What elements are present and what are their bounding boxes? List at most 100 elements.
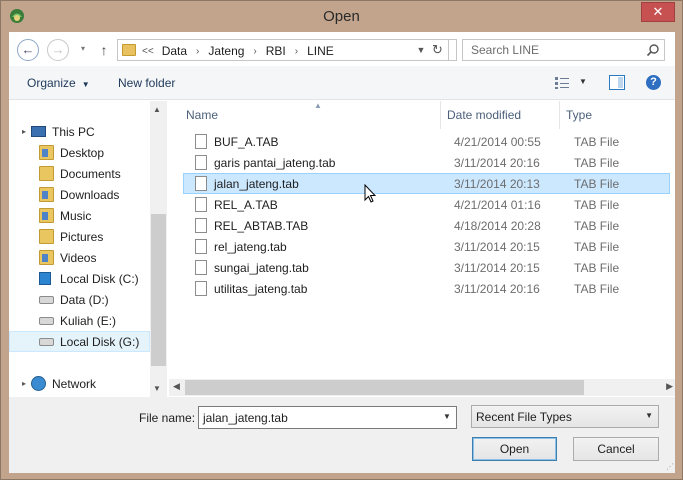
up-arrow-icon: ↑ xyxy=(100,42,108,58)
column-header-name[interactable]: Name xyxy=(186,101,446,129)
scroll-down-icon[interactable]: ▼ xyxy=(153,384,161,393)
chevron-right-icon[interactable]: › xyxy=(196,46,199,57)
expand-arrow-icon[interactable]: ▸ xyxy=(22,127,26,136)
nav-item-label: Data (D:) xyxy=(60,292,109,307)
breadcrumb-overflow[interactable]: << xyxy=(142,46,154,57)
nav-item-label: Desktop xyxy=(60,145,105,160)
scroll-left-icon[interactable]: ◀ xyxy=(173,381,180,392)
file-name: sungai_jateng.tab xyxy=(214,261,309,275)
file-date: 3/11/2014 20:16 xyxy=(454,156,540,170)
nav-item-kuliah-e[interactable]: Kuliah (E:) xyxy=(9,310,150,331)
file-date: 4/21/2014 01:16 xyxy=(454,198,541,212)
expand-arrow-icon[interactable]: ▸ xyxy=(22,379,26,388)
file-name-dropdown-button[interactable]: ▼ xyxy=(443,412,451,421)
search-icon[interactable] xyxy=(646,43,660,57)
file-icon xyxy=(195,134,207,149)
folder-icon xyxy=(39,187,54,202)
new-folder-button[interactable]: New folder xyxy=(118,76,175,90)
title-bar[interactable]: Open ✕ xyxy=(1,1,682,32)
breadcrumb-item[interactable]: LINE xyxy=(307,44,334,58)
nav-item-downloads[interactable]: Downloads xyxy=(9,184,150,205)
file-row[interactable]: utilitas_jateng.tab 3/11/2014 20:16 TAB … xyxy=(184,278,669,299)
cancel-button[interactable]: Cancel xyxy=(573,437,659,461)
file-name: utilitas_jateng.tab xyxy=(214,282,308,296)
preview-pane-icon xyxy=(618,77,623,88)
folder-icon xyxy=(39,250,54,265)
chevron-right-icon[interactable]: › xyxy=(295,46,298,57)
open-button[interactable]: Open xyxy=(472,437,557,461)
view-dropdown-button[interactable]: ▼ xyxy=(579,77,587,86)
nav-item-label: Local Disk (C:) xyxy=(60,271,139,286)
address-row: ← → ▾ ↑ << Data › Jateng › RBI › LINE ▼ … xyxy=(9,32,675,66)
nav-item-desktop[interactable]: Desktop xyxy=(9,142,150,163)
breadcrumb-item[interactable]: Data xyxy=(162,44,187,58)
file-icon xyxy=(195,218,207,233)
file-type-select[interactable]: Recent File Types ▼ xyxy=(471,405,659,428)
column-header-date-modified[interactable]: Date modified xyxy=(447,101,557,129)
nav-item-data-d[interactable]: Data (D:) xyxy=(9,289,150,310)
mouse-cursor-icon xyxy=(364,184,376,203)
dialog-footer: File name: jalan_jateng.tab ▼ Recent Fil… xyxy=(9,397,675,473)
navigation-scrollbar[interactable]: ▲ ▼ xyxy=(150,101,167,397)
nav-item-label: This PC xyxy=(52,124,95,139)
column-header-type[interactable]: Type xyxy=(566,101,666,129)
view-options-icon[interactable] xyxy=(554,76,570,90)
file-icon xyxy=(195,239,207,254)
horizontal-scrollbar[interactable]: ◀ ▶ xyxy=(169,379,675,396)
search-input[interactable]: Search LINE xyxy=(462,39,665,61)
folder-icon xyxy=(39,145,54,160)
nav-item-local-disk-g[interactable]: Local Disk (G:) xyxy=(9,331,150,352)
file-row[interactable]: BUF_A.TAB 4/21/2014 00:55 TAB File xyxy=(184,131,669,152)
file-icon xyxy=(195,176,207,191)
recent-locations-button[interactable]: ▾ xyxy=(81,44,85,53)
close-button[interactable]: ✕ xyxy=(641,2,675,22)
breadcrumb-item[interactable]: Jateng xyxy=(208,44,244,58)
file-type: TAB File xyxy=(574,156,620,170)
file-type: TAB File xyxy=(574,219,620,233)
file-row[interactable]: REL_ABTAB.TAB 4/18/2014 20:28 TAB File xyxy=(184,215,669,236)
scrollbar-thumb[interactable] xyxy=(151,214,166,366)
file-row[interactable]: garis pantai_jateng.tab 3/11/2014 20:16 … xyxy=(184,152,669,173)
scrollbar-thumb[interactable] xyxy=(185,380,584,395)
column-divider[interactable] xyxy=(559,101,560,129)
nav-item-music[interactable]: Music xyxy=(9,205,150,226)
command-bar: Organize ▼ New folder ▼ ? xyxy=(9,66,675,100)
search-placeholder: Search LINE xyxy=(471,43,540,57)
nav-item-network[interactable]: ▸ Network xyxy=(9,373,150,394)
folder-icon xyxy=(39,166,54,181)
file-row-selected[interactable]: jalan_jateng.tab 3/11/2014 20:13 TAB Fil… xyxy=(183,173,670,194)
up-button[interactable]: ↑ xyxy=(97,39,111,61)
nav-item-local-disk-c[interactable]: Local Disk (C:) xyxy=(9,268,150,289)
back-button[interactable]: ← xyxy=(17,39,39,61)
file-type: TAB File xyxy=(574,177,620,191)
chevron-right-icon[interactable]: › xyxy=(253,46,256,57)
scroll-up-icon[interactable]: ▲ xyxy=(153,105,161,114)
open-dialog-window: Open ✕ ← → ▾ ↑ << Data › Jateng › RBI › … xyxy=(0,0,683,480)
nav-item-label: Pictures xyxy=(60,229,104,244)
help-button[interactable]: ? xyxy=(646,75,661,90)
file-row[interactable]: REL_A.TAB 4/21/2014 01:16 TAB File xyxy=(184,194,669,215)
organize-button[interactable]: Organize ▼ xyxy=(27,76,90,90)
nav-item-documents[interactable]: Documents xyxy=(9,163,150,184)
file-name: jalan_jateng.tab xyxy=(214,177,299,191)
breadcrumb: << Data › Jateng › RBI › LINE xyxy=(142,43,334,59)
window-title: Open xyxy=(323,8,360,25)
refresh-button[interactable]: ↻ xyxy=(427,39,449,61)
file-icon xyxy=(195,197,207,212)
nav-item-pictures[interactable]: Pictures xyxy=(9,226,150,247)
nav-item-videos[interactable]: Videos xyxy=(9,247,150,268)
forward-button[interactable]: → xyxy=(47,39,69,61)
resize-grip-icon[interactable]: ⋰ xyxy=(666,462,674,471)
dialog-client: ← → ▾ ↑ << Data › Jateng › RBI › LINE ▼ … xyxy=(9,32,675,473)
folder-icon xyxy=(39,208,54,223)
preview-pane-button[interactable] xyxy=(609,75,625,90)
file-row[interactable]: rel_jateng.tab 3/11/2014 20:15 TAB File xyxy=(184,236,669,257)
scroll-right-icon[interactable]: ▶ xyxy=(666,381,673,392)
file-type: TAB File xyxy=(574,198,620,212)
column-divider[interactable] xyxy=(440,101,441,129)
address-bar[interactable]: << Data › Jateng › RBI › LINE ▼ xyxy=(117,39,457,61)
file-name-field[interactable]: jalan_jateng.tab xyxy=(198,406,457,429)
file-row[interactable]: sungai_jateng.tab 3/11/2014 20:15 TAB Fi… xyxy=(184,257,669,278)
nav-item-this-pc[interactable]: ▸ This PC xyxy=(9,121,150,142)
breadcrumb-item[interactable]: RBI xyxy=(266,44,286,58)
